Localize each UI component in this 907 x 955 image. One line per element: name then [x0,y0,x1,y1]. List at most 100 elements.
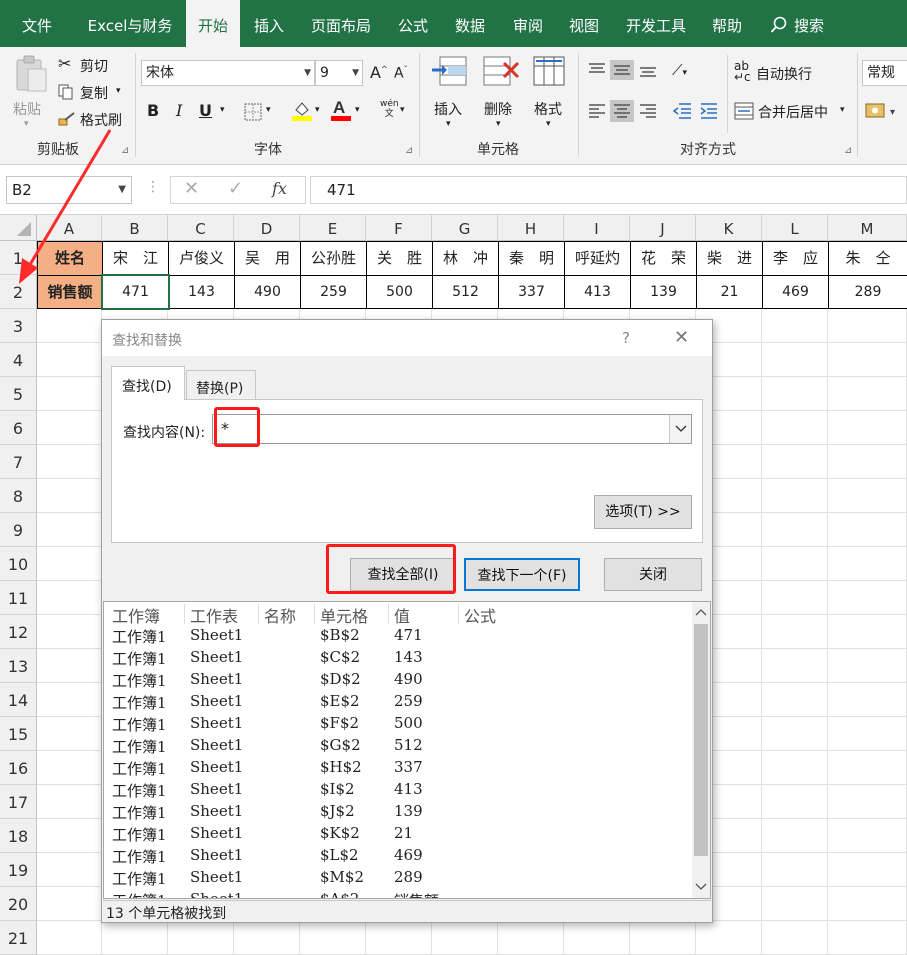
cell[interactable] [828,377,907,411]
close-icon[interactable]: ✕ [674,327,689,348]
column-header[interactable]: B [102,215,168,241]
cell[interactable] [762,547,828,581]
cell[interactable] [762,581,828,615]
cell[interactable] [828,683,907,717]
cell[interactable] [828,411,907,445]
cell[interactable] [37,309,102,343]
cell[interactable] [37,445,102,479]
row-header[interactable]: 8 [0,479,37,513]
insert-function-button[interactable]: fx [272,179,287,198]
chevron-down-icon[interactable]: ▾ [315,105,320,115]
cell[interactable] [762,615,828,649]
cell[interactable] [828,343,907,377]
cut-button[interactable]: ✂ 剪切 [56,54,116,77]
tab-review[interactable]: 审阅 [502,0,554,47]
copy-button[interactable]: 复制 ▾ [56,82,126,104]
tab-formulas[interactable]: 公式 [388,0,438,47]
find-history-dropdown[interactable] [669,415,691,443]
row-header[interactable]: 6 [0,411,37,445]
cell[interactable] [828,887,907,921]
fill-color-icon[interactable] [291,99,313,121]
name-cell[interactable]: 吴 用 [234,241,301,276]
tab-data[interactable]: 数据 [444,0,496,47]
column-header[interactable]: K [696,215,762,241]
tab-excel-finance[interactable]: Excel与财务 [76,0,184,47]
cell[interactable] [102,921,168,955]
format-cells-button[interactable]: 格式 ▾ [528,53,572,133]
cell[interactable] [762,445,828,479]
scroll-up-icon[interactable] [695,608,707,616]
cell[interactable] [37,479,102,513]
cell[interactable] [762,683,828,717]
column-header[interactable]: L [762,215,828,241]
vertical-align-icons[interactable] [586,59,660,81]
increase-font-icon[interactable]: A^ [370,63,388,82]
sales-cell[interactable]: 143 [168,275,235,309]
results-column-header[interactable]: 工作簿 [112,603,160,627]
scroll-thumb[interactable] [694,624,708,856]
column-header[interactable]: D [234,215,300,241]
row-header[interactable]: 7 [0,445,37,479]
cell[interactable] [762,377,828,411]
options-button[interactable]: 选项(T) >> [594,495,692,529]
cell[interactable] [762,343,828,377]
results-column-header[interactable]: 公式 [464,603,496,627]
tab-file[interactable]: 文件 [0,0,74,47]
cell[interactable] [828,615,907,649]
number-format-combo[interactable]: 常规 [862,60,907,86]
insert-cells-button[interactable]: 插入 ▾ [428,53,472,133]
row-header[interactable]: 9 [0,513,37,547]
cell[interactable] [37,343,102,377]
cell[interactable] [696,921,762,955]
row-header[interactable]: 21 [0,921,37,955]
cancel-icon[interactable]: ✕ [184,178,199,199]
cell[interactable] [564,921,630,955]
results-column-header[interactable]: 值 [394,603,410,627]
paste-button[interactable]: 粘贴 ▾ [10,55,50,135]
name-cell[interactable]: 林 冲 [432,241,499,276]
name-cell[interactable]: 关 胜 [366,241,433,276]
cell[interactable] [828,445,907,479]
name-cell[interactable]: 宋 江 [102,241,169,276]
name-cell[interactable]: 朱 仝 [828,241,907,276]
result-row[interactable]: 工作簿1 Sheet1 $I$2 413 [104,780,692,802]
tab-help[interactable]: 帮助 [700,0,754,47]
result-row[interactable]: 工作簿1 Sheet1 $A$2 销售额 [104,890,692,898]
header-cell-sales[interactable]: 销售额 [37,275,103,309]
result-row[interactable]: 工作簿1 Sheet1 $L$2 469 [104,846,692,868]
sales-cell[interactable]: 500 [366,275,433,309]
column-header[interactable]: F [366,215,432,241]
cell[interactable] [762,853,828,887]
result-row[interactable]: 工作簿1 Sheet1 $M$2 289 [104,868,692,890]
chevron-down-icon[interactable]: ▾ [266,105,271,115]
result-row[interactable]: 工作簿1 Sheet1 $G$2 512 [104,736,692,758]
result-row[interactable]: 工作簿1 Sheet1 $J$2 139 [104,802,692,824]
merge-center-button[interactable]: 合并后居中 ▾ [734,101,854,123]
result-row[interactable]: 工作簿1 Sheet1 $D$2 490 [104,670,692,692]
cell[interactable] [762,717,828,751]
row-header[interactable]: 5 [0,377,37,411]
find-what-input[interactable]: * [212,414,692,444]
cell[interactable] [300,921,366,955]
sales-cell[interactable]: 337 [498,275,565,309]
font-size-combo[interactable]: 9 ▼ [315,60,363,86]
cell[interactable] [37,921,102,955]
cell[interactable] [37,377,102,411]
chevron-down-icon[interactable]: ▾ [400,105,405,115]
sales-cell[interactable]: 512 [432,275,499,309]
tab-view[interactable]: 视图 [558,0,610,47]
cell[interactable] [168,921,234,955]
row-header[interactable]: 17 [0,785,37,819]
sales-cell[interactable]: 289 [828,275,907,309]
cell[interactable] [37,581,102,615]
cell[interactable] [762,751,828,785]
tab-find[interactable]: 查找(D) [111,366,185,400]
cell[interactable] [828,819,907,853]
tab-home[interactable]: 开始 [186,0,240,47]
cell[interactable] [630,921,696,955]
chevron-down-icon[interactable]: ▾ [355,105,360,115]
row-header[interactable]: 1 [0,241,37,275]
cell[interactable] [37,819,102,853]
cell[interactable] [762,785,828,819]
row-header[interactable]: 2 [0,275,37,309]
